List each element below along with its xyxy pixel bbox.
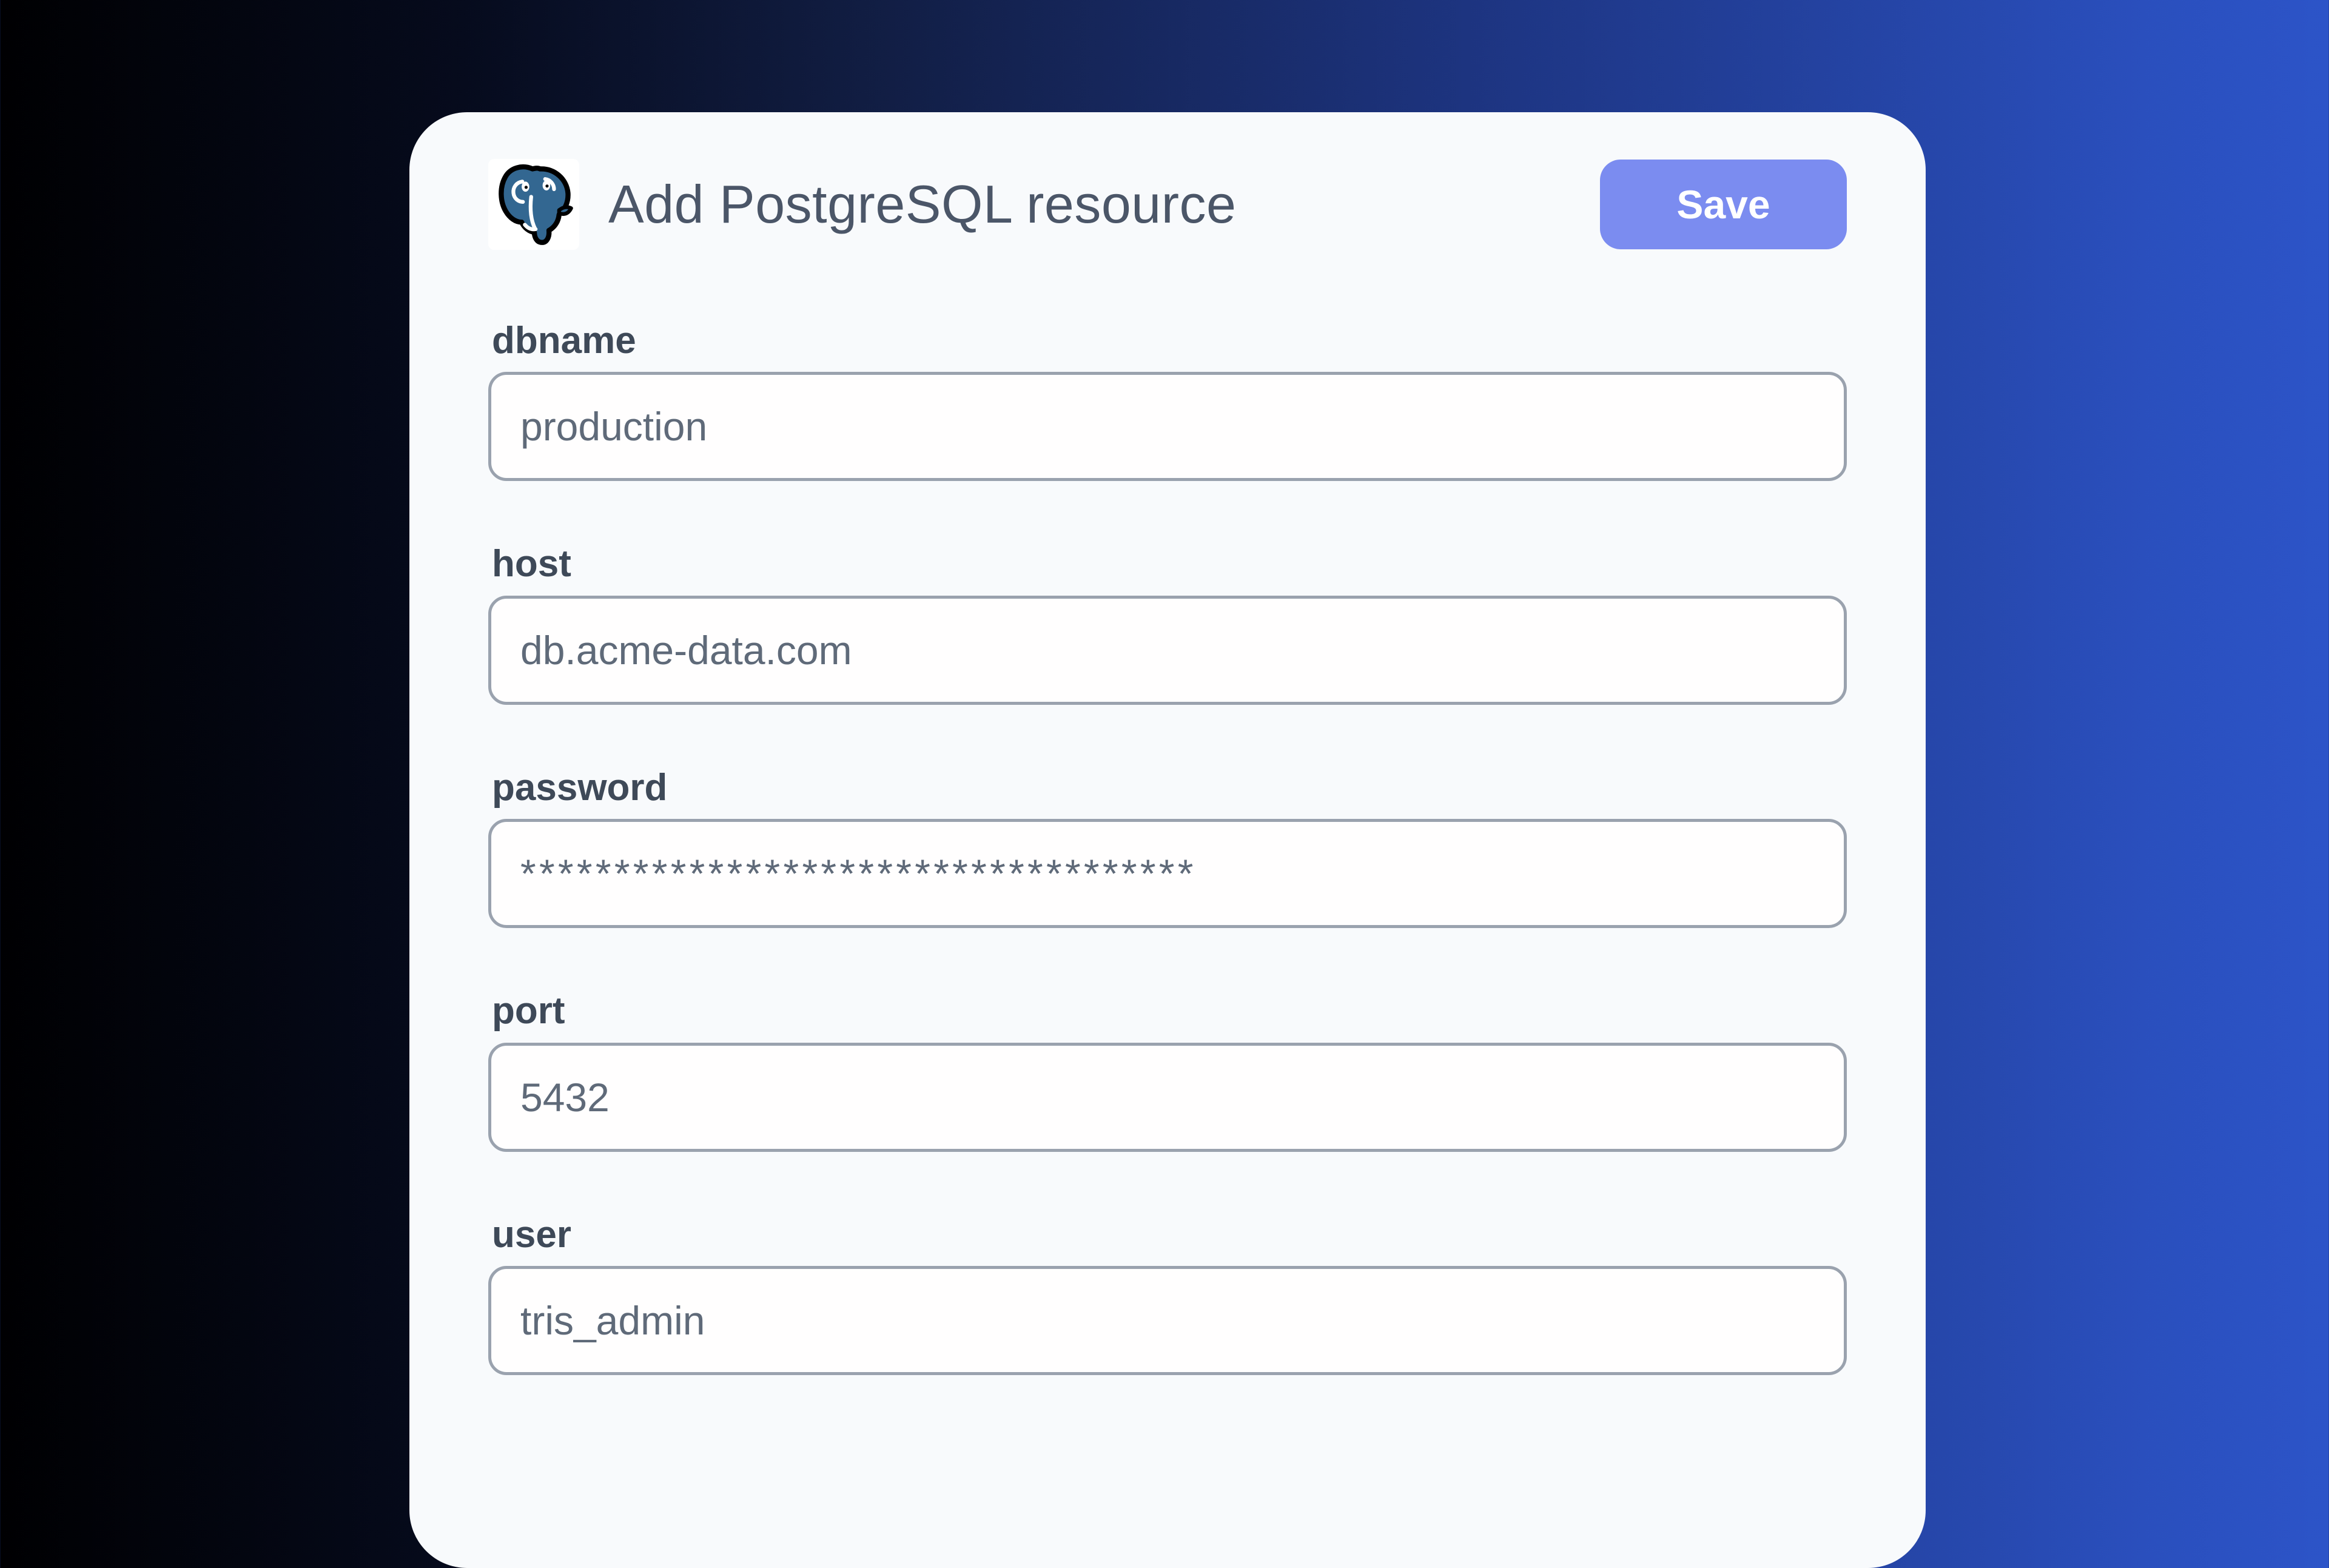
field-label-user: user: [492, 1213, 1847, 1257]
add-resource-card: Add PostgreSQL resource Save dbname host…: [409, 112, 1926, 1568]
password-input[interactable]: [488, 819, 1847, 928]
postgresql-elephant-icon: [492, 163, 576, 246]
user-input[interactable]: [488, 1266, 1847, 1375]
resource-form: dbname host password port user: [488, 318, 1847, 1375]
page-background: { "background": { "gradient_left": "#000…: [0, 0, 2329, 1310]
host-input[interactable]: [488, 596, 1847, 705]
postgresql-logo: [488, 159, 579, 250]
field-label-password: password: [492, 765, 1847, 810]
dbname-input[interactable]: [488, 372, 1847, 481]
port-input[interactable]: [488, 1043, 1847, 1152]
field-label-dbname: dbname: [492, 318, 1847, 363]
save-button[interactable]: Save: [1600, 160, 1847, 249]
card-header: Add PostgreSQL resource Save: [488, 112, 1847, 250]
field-label-host: host: [492, 542, 1847, 587]
field-label-port: port: [492, 989, 1847, 1034]
page-title: Add PostgreSQL resource: [608, 173, 1236, 235]
